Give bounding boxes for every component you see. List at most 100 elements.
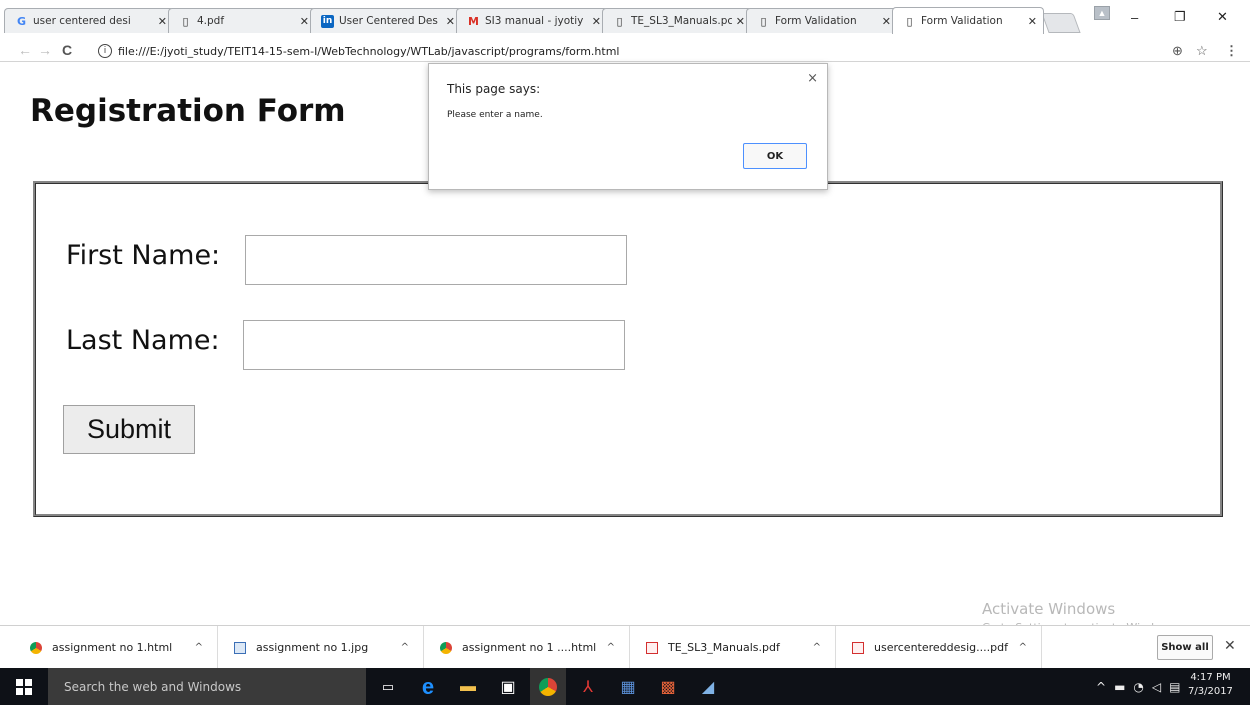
browser-toolbar: ← → C i file:///E:/jyoti_study/TEIT14-15… [0,40,1250,62]
download-item[interactable]: TE_SL3_Manuals.pdf ^ [630,626,836,669]
close-icon[interactable]: ✕ [1028,15,1037,28]
download-item[interactable]: assignment no 1.jpg ^ [218,626,424,669]
tab-title: 4.pdf [197,15,225,27]
download-name: assignment no 1.jpg [256,641,369,654]
tab-1[interactable]: G user centered desi ✕ [4,8,174,33]
chrome-taskbar-icon[interactable] [530,668,566,705]
new-tab-button[interactable] [1041,13,1081,33]
pdf-icon [852,641,864,654]
close-icon[interactable]: ✕ [1224,638,1236,654]
first-name-input[interactable] [245,235,627,285]
task-view-icon[interactable]: ▭ [370,668,406,705]
file-explorer-icon[interactable]: ▬ [450,668,486,705]
page-icon: ▯ [182,14,189,28]
info-icon[interactable]: i [98,44,112,58]
clock[interactable]: 4:17 PM 7/3/2017 [1188,671,1233,699]
tab-2[interactable]: ▯ 4.pdf ✕ [168,8,316,33]
menu-icon[interactable]: ⋮ [1225,43,1238,59]
image-file-icon [234,641,246,654]
chrome-icon [30,641,42,654]
notification-icon[interactable]: ▤ [1169,680,1180,694]
reload-icon[interactable]: C [58,42,76,58]
battery-icon[interactable]: ▬ [1114,680,1125,694]
submit-button[interactable]: Submit [63,405,195,454]
chrome-icon [440,641,452,654]
edge-icon[interactable]: e [410,668,446,705]
time-text: 4:17 PM [1190,672,1231,683]
close-icon[interactable]: ✕ [158,15,167,28]
tab-title: TE_SL3_Manuals.pc [631,15,732,27]
address-bar[interactable]: i file:///E:/jyoti_study/TEIT14-15-sem-I… [98,42,1213,60]
chevron-up-icon[interactable]: ^ [195,642,203,653]
back-icon[interactable]: ← [16,42,34,58]
download-name: usercentereddesig....pdf [874,641,1008,654]
download-name: TE_SL3_Manuals.pdf [668,641,780,654]
tab-7-active[interactable]: ▯ Form Validation ✕ [892,7,1044,34]
chevron-up-icon[interactable]: ^ [1019,642,1027,653]
page-icon: ▯ [760,14,767,28]
system-tray[interactable]: ^ ▬ ◔ ◁ ▤ [1096,668,1180,705]
download-name: assignment no 1.html [52,641,173,654]
tab-5[interactable]: ▯ TE_SL3_Manuals.pc ✕ [602,8,752,33]
url-text: file:///E:/jyoti_study/TEIT14-15-sem-I/W… [118,44,620,58]
show-all-button[interactable]: Show all [1157,635,1213,660]
gmail-icon: M [468,14,479,28]
bookmark-star-icon[interactable]: ☆ [1196,43,1208,59]
close-icon[interactable]: ✕ [300,15,309,28]
tab-6[interactable]: ▯ Form Validation ✕ [746,8,898,33]
page-icon: ▯ [616,14,623,28]
page-icon: ▯ [906,14,913,28]
chevron-up-icon[interactable]: ^ [607,642,615,653]
tab-title: SI3 manual - jyotiy [485,15,584,27]
windows-logo-icon [16,678,32,695]
tab-title: Form Validation [921,15,1003,27]
linkedin-icon: in [321,14,334,28]
powerpoint-icon[interactable]: ▩ [650,668,686,705]
chevron-up-icon[interactable]: ^ [813,642,821,653]
tab-4[interactable]: M SI3 manual - jyotiy ✕ [456,8,608,33]
close-icon[interactable]: ✕ [446,15,455,28]
chevron-up-icon[interactable]: ^ [1096,680,1106,694]
download-item[interactable]: assignment no 1 ....html ^ [424,626,630,669]
first-name-label: First Name: [66,240,221,271]
close-window-button[interactable]: ✕ [1217,0,1228,34]
ok-button[interactable]: OK [743,143,807,169]
download-item[interactable]: assignment no 1.html ^ [0,626,218,669]
acrobat-icon[interactable]: ⅄ [570,668,606,705]
restore-button[interactable]: ❐ [1174,0,1186,34]
watermark-title: Activate Windows [982,600,1116,618]
volume-icon[interactable]: ◁ [1152,680,1161,694]
store-icon[interactable]: ▣ [490,668,526,705]
chevron-up-icon[interactable]: ^ [401,642,409,653]
download-item[interactable]: usercentereddesig....pdf ^ [836,626,1042,669]
tab-title: user centered desi [33,15,131,27]
zoom-icon[interactable]: ⊕ [1172,43,1183,59]
close-icon[interactable]: × [807,71,818,86]
forward-icon[interactable]: → [36,42,54,58]
close-icon[interactable]: ✕ [592,15,601,28]
tab-strip: G user centered desi ✕ ▯ 4.pdf ✕ in User… [0,0,1250,40]
last-name-input[interactable] [243,320,625,370]
downloads-bar: assignment no 1.html ^ assignment no 1.j… [0,625,1250,669]
profile-icon[interactable]: ▲ [1094,6,1110,20]
alert-dialog: This page says: Please enter a name. × O… [428,63,828,190]
close-icon[interactable]: ✕ [736,15,745,28]
download-name: assignment no 1 ....html [462,641,597,654]
minimize-button[interactable]: – [1131,0,1138,34]
publisher-icon[interactable]: ▦ [610,668,646,705]
windows-taskbar: Search the web and Windows ▭ e ▬ ▣ ⅄ ▦ ▩… [0,668,1250,705]
taskbar-search[interactable]: Search the web and Windows [48,668,366,705]
start-button[interactable] [0,668,48,705]
app-icon[interactable]: ◢ [690,668,726,705]
last-name-label: Last Name: [66,325,220,356]
tab-title: Form Validation [775,15,857,27]
tab-3[interactable]: in User Centered Des ✕ [310,8,462,33]
close-icon[interactable]: ✕ [882,15,891,28]
google-icon: G [16,14,27,28]
pdf-icon [646,641,658,654]
dialog-title: This page says: [447,82,541,96]
tab-title: User Centered Des [339,15,438,27]
wifi-icon[interactable]: ◔ [1133,680,1143,694]
date-text: 7/3/2017 [1188,686,1233,697]
page-title: Registration Form [30,93,346,129]
